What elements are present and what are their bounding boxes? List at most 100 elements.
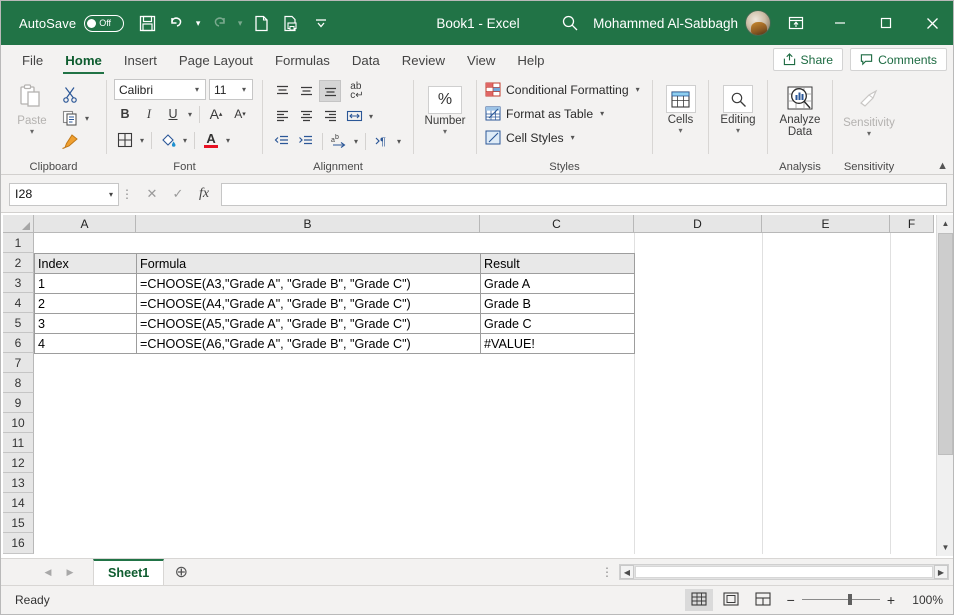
share-button[interactable]: Share <box>772 48 844 71</box>
comments-button[interactable]: Comments <box>850 48 947 71</box>
undo-icon[interactable] <box>162 8 192 38</box>
cell-c5[interactable]: Grade C <box>480 313 635 334</box>
fill-color-dropdown-icon[interactable]: ▾ <box>181 136 189 145</box>
save-icon[interactable] <box>132 8 162 38</box>
cell-c3[interactable]: Grade A <box>480 273 635 294</box>
account-button[interactable]: Mohammed Al-Sabbagh <box>593 10 775 36</box>
cell-b5[interactable]: =CHOOSE(A5,"Grade A", "Grade B", "Grade … <box>136 313 481 334</box>
select-all-corner[interactable] <box>3 215 34 233</box>
number-format-button[interactable]: % Number ▾ <box>416 83 474 136</box>
format-as-table-dropdown-icon[interactable]: ▾ <box>598 109 606 118</box>
conditional-formatting-button[interactable]: Conditional Formatting ▾ <box>485 79 646 100</box>
underline-dropdown-icon[interactable]: ▾ <box>186 110 194 119</box>
column-header-c[interactable]: C <box>480 215 634 233</box>
font-size-dropdown-icon[interactable]: ▾ <box>240 85 248 94</box>
avatar[interactable] <box>745 10 771 36</box>
next-sheet-icon[interactable]: ▶ <box>59 560 81 584</box>
tab-help[interactable]: Help <box>506 47 555 75</box>
sheet-tab-sheet1[interactable]: Sheet1 <box>93 559 165 585</box>
previous-sheet-icon[interactable]: ◀ <box>37 560 59 584</box>
collapse-ribbon-icon[interactable]: ▲ <box>937 160 948 172</box>
maximize-button[interactable] <box>863 1 909 45</box>
cut-button[interactable] <box>57 82 83 106</box>
zoom-out-button[interactable]: − <box>787 592 795 608</box>
row-header-7[interactable]: 7 <box>3 353 34 373</box>
scroll-up-icon[interactable]: ▲ <box>937 215 953 232</box>
decrease-font-size-button[interactable]: A ▾ <box>229 103 251 125</box>
underline-button[interactable]: U <box>162 103 184 125</box>
merge-and-center-button[interactable] <box>343 105 365 127</box>
sheet-scroll-grip[interactable]: ⋮ <box>601 565 619 579</box>
tab-view[interactable]: View <box>456 47 506 75</box>
copy-button[interactable] <box>57 107 83 129</box>
zoom-slider[interactable]: − + <box>781 592 901 608</box>
cell-a4[interactable]: 2 <box>34 293 137 314</box>
row-header-13[interactable]: 13 <box>3 473 34 493</box>
tab-file[interactable]: File <box>11 47 54 75</box>
align-bottom-button[interactable] <box>319 80 341 102</box>
column-header-a[interactable]: A <box>34 215 136 233</box>
close-button[interactable] <box>909 1 953 45</box>
cell-a6[interactable]: 4 <box>34 333 137 354</box>
customize-qat-icon[interactable] <box>306 8 336 38</box>
vertical-scroll-thumb[interactable] <box>938 233 953 455</box>
scroll-left-icon[interactable]: ◀ <box>620 565 634 579</box>
enter-icon[interactable]: ✓ <box>166 183 190 205</box>
cell-c6[interactable]: #VALUE! <box>480 333 635 354</box>
new-icon[interactable] <box>246 8 276 38</box>
align-top-button[interactable] <box>271 80 293 102</box>
font-color-dropdown-icon[interactable]: ▾ <box>224 136 232 145</box>
cancel-icon[interactable]: ✕ <box>140 183 164 205</box>
page-break-preview-button[interactable] <box>749 589 777 611</box>
insert-function-icon[interactable]: fx <box>192 183 216 205</box>
row-header-11[interactable]: 11 <box>3 433 34 453</box>
cell-b2[interactable]: Formula <box>136 253 481 274</box>
font-color-button[interactable]: A <box>200 129 222 151</box>
vertical-scrollbar[interactable]: ▲ ▼ <box>936 215 953 556</box>
row-header-10[interactable]: 10 <box>3 413 34 433</box>
merge-dropdown-icon[interactable]: ▾ <box>367 112 375 121</box>
normal-view-button[interactable] <box>684 588 713 611</box>
row-header-5[interactable]: 5 <box>3 313 34 333</box>
page-layout-view-button[interactable] <box>717 589 745 611</box>
search-icon[interactable] <box>547 1 593 45</box>
minimize-button[interactable] <box>817 1 863 45</box>
undo-dropdown-icon[interactable]: ▾ <box>192 8 204 38</box>
format-painter-button[interactable] <box>57 130 83 152</box>
italic-button[interactable]: I <box>138 103 160 125</box>
cells-button[interactable]: Cells ▾ <box>655 82 707 135</box>
column-header-e[interactable]: E <box>762 215 890 233</box>
row-header-6[interactable]: 6 <box>3 333 34 353</box>
tab-data[interactable]: Data <box>341 47 391 75</box>
text-direction-dropdown-icon[interactable]: ▾ <box>395 137 403 146</box>
row-header-4[interactable]: 4 <box>3 293 34 313</box>
horizontal-scroll-thumb[interactable] <box>635 566 933 578</box>
worksheet-grid[interactable]: A B C D E F 1 2 3 4 5 6 7 8 9 10 11 12 1… <box>1 213 953 558</box>
column-header-f[interactable]: F <box>890 215 934 233</box>
column-header-d[interactable]: D <box>634 215 762 233</box>
font-name-input[interactable]: Calibri ▾ <box>114 79 206 100</box>
align-left-button[interactable] <box>271 105 293 127</box>
cell-c4[interactable]: Grade B <box>480 293 635 314</box>
cell-b3[interactable]: =CHOOSE(A3,"Grade A", "Grade B", "Grade … <box>136 273 481 294</box>
number-dropdown-icon[interactable]: ▾ <box>443 128 447 136</box>
row-header-16[interactable]: 16 <box>3 533 34 554</box>
text-direction-button[interactable]: ¶ <box>371 130 393 152</box>
tab-formulas[interactable]: Formulas <box>264 47 341 75</box>
align-center-button[interactable] <box>295 105 317 127</box>
row-header-12[interactable]: 12 <box>3 453 34 473</box>
formula-input[interactable] <box>221 182 947 206</box>
cell-a2[interactable]: Index <box>34 253 137 274</box>
wrap-text-button[interactable]: ab c↵ <box>343 80 371 102</box>
orientation-button[interactable]: ab <box>328 130 350 152</box>
name-box-dropdown-icon[interactable]: ▾ <box>109 190 113 199</box>
cell-b6[interactable]: =CHOOSE(A6,"Grade A", "Grade B", "Grade … <box>136 333 481 354</box>
name-box[interactable]: I28 ▾ <box>9 182 119 206</box>
borders-button[interactable] <box>114 129 136 151</box>
row-header-8[interactable]: 8 <box>3 373 34 393</box>
align-right-button[interactable] <box>319 105 341 127</box>
ribbon-display-options-icon[interactable] <box>775 1 817 45</box>
autosave-toggle[interactable]: Off <box>84 14 125 32</box>
editing-button[interactable]: Editing ▾ <box>712 82 764 135</box>
cell-a3[interactable]: 1 <box>34 273 137 294</box>
